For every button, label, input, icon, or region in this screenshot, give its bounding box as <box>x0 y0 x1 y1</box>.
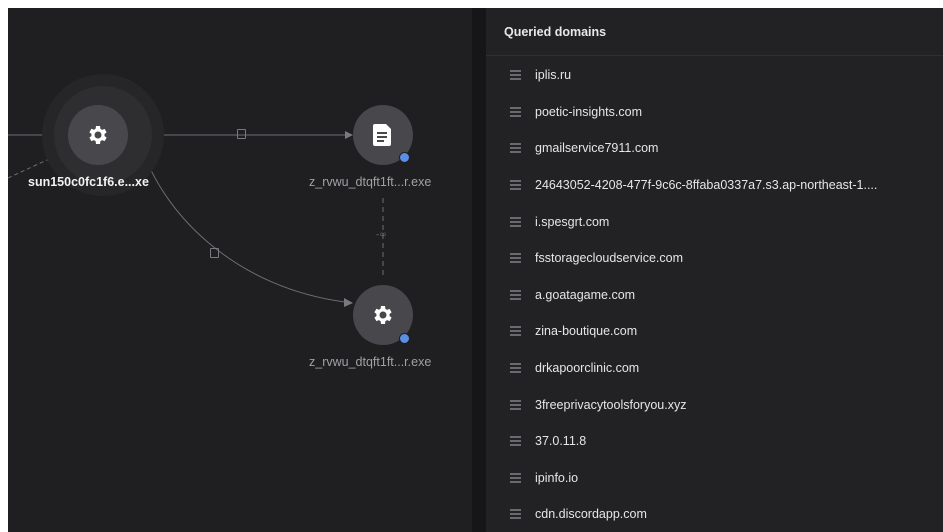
domain-list-item[interactable]: i.spesgrt.com <box>486 203 943 240</box>
process-node-root[interactable] <box>68 105 128 165</box>
domain-list-item[interactable]: 37.0.11.8 <box>486 423 943 460</box>
domain-text: drkapoorclinic.com <box>535 361 640 376</box>
domain-list-item[interactable]: drkapoorclinic.com <box>486 350 943 387</box>
domain-list-item[interactable]: gmailservice7911.com <box>486 130 943 167</box>
edge-arrowhead <box>344 298 353 307</box>
list-icon <box>510 436 521 447</box>
domain-text: a.goatagame.com <box>535 287 636 302</box>
gear-icon <box>371 303 395 327</box>
domain-list-item[interactable]: cdn.discordapp.com <box>486 496 943 532</box>
edge-arrowhead <box>345 131 353 139</box>
domain-text: 24643052-4208-477f-9c6c-8ffaba0337a7.s3.… <box>535 178 878 193</box>
domain-text: 3freeprivacytoolsforyou.xyz <box>535 397 687 412</box>
list-icon <box>510 180 521 191</box>
panel-title: Queried domains <box>486 8 943 56</box>
domain-text: ipinfo.io <box>535 470 579 485</box>
list-icon <box>510 253 521 264</box>
file-node-label: z_rvwu_dtqft1ft...r.exe <box>309 175 432 189</box>
list-icon <box>510 289 521 300</box>
domain-text: gmailservice7911.com <box>535 141 659 156</box>
queried-domains-panel: Queried domains iplis.ru poetic-insights… <box>486 8 943 532</box>
domain-text: fsstoragecloudservice.com <box>535 251 683 266</box>
domain-list-item[interactable]: fsstoragecloudservice.com <box>486 240 943 277</box>
domain-text: poetic-insights.com <box>535 104 642 119</box>
list-icon <box>510 106 521 117</box>
file-write-icon <box>237 129 246 139</box>
domain-list-item[interactable]: 3freeprivacytoolsforyou.xyz <box>486 386 943 423</box>
file-write-icon <box>210 248 219 258</box>
list-icon <box>510 509 521 520</box>
domain-list-item[interactable]: 24643052-4208-477f-9c6c-8ffaba0337a7.s3.… <box>486 167 943 204</box>
document-icon <box>373 124 393 146</box>
list-icon <box>510 216 521 227</box>
domain-text: cdn.discordapp.com <box>535 507 647 522</box>
gear-icon <box>86 123 110 147</box>
domain-list-item[interactable]: a.goatagame.com <box>486 277 943 314</box>
status-badge <box>399 152 410 163</box>
domain-list-item[interactable]: ipinfo.io <box>486 460 943 497</box>
process-node-label: sun150c0fc1f6.e...xe <box>28 175 149 189</box>
domain-text: i.spesgrt.com <box>535 214 610 229</box>
domain-list-item[interactable]: poetic-insights.com <box>486 94 943 131</box>
domain-list: iplis.ru poetic-insights.com gmailservic… <box>486 57 943 532</box>
process-node-label: z_rvwu_dtqft1ft...r.exe <box>309 355 432 369</box>
domain-list-item[interactable]: iplis.ru <box>486 57 943 94</box>
list-icon <box>510 472 521 483</box>
list-icon <box>510 399 521 410</box>
panel-divider[interactable] <box>472 8 486 532</box>
domain-text: zina-boutique.com <box>535 324 638 339</box>
list-icon <box>510 326 521 337</box>
link-icon: -∞ <box>376 230 387 240</box>
list-icon <box>510 143 521 154</box>
domain-list-item[interactable]: zina-boutique.com <box>486 313 943 350</box>
domain-text: 37.0.11.8 <box>535 434 587 449</box>
domain-text: iplis.ru <box>535 68 572 83</box>
process-graph-canvas[interactable]: -∞ sun150c0fc1f6.e...xe z_rvwu_dtqft1ft.… <box>8 8 472 532</box>
list-icon <box>510 70 521 81</box>
status-badge <box>399 333 410 344</box>
list-icon <box>510 363 521 374</box>
